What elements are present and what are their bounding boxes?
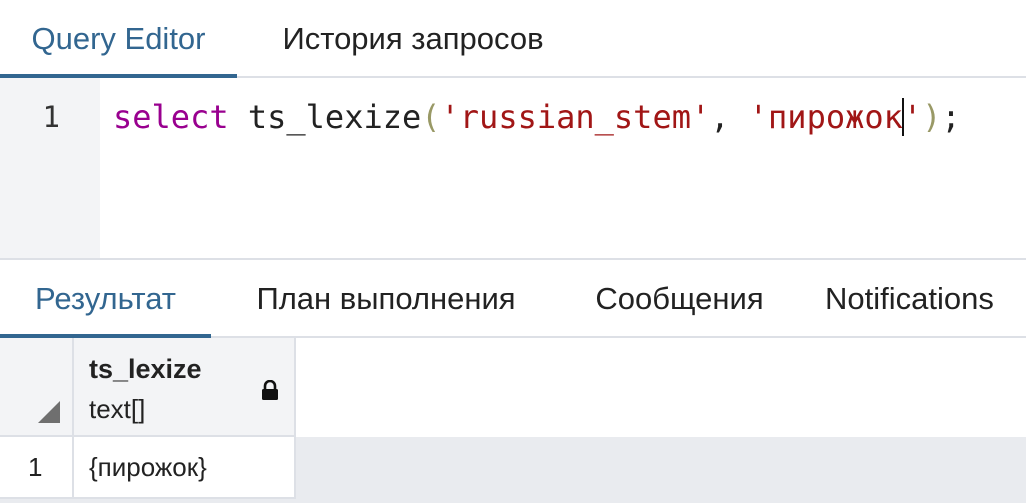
column-type: text[] <box>89 394 146 424</box>
close-paren: ) <box>922 98 942 136</box>
select-all-triangle-icon <box>38 401 60 423</box>
editor-tab-bar: Query Editor История запросов <box>0 0 1026 80</box>
argument-separator: , <box>710 98 749 136</box>
tab-messages[interactable]: Сообщения <box>561 260 798 338</box>
tab-query-history[interactable]: История запросов <box>237 0 589 78</box>
select-all-corner[interactable] <box>0 338 74 437</box>
tab-explain-plan[interactable]: План выполнения <box>211 260 561 338</box>
column-header-ts-lexize[interactable]: ts_lexize text[] <box>74 338 296 437</box>
table-cell[interactable]: {пирожок} <box>74 437 296 499</box>
query-tool: Query Editor История запросов 1 select t… <box>0 0 1026 503</box>
lock-icon <box>262 380 278 400</box>
statement-terminator: ; <box>941 98 961 136</box>
sql-editor[interactable]: 1 select ts_lexize('russian_stem', 'пиро… <box>0 78 1026 258</box>
line-number: 1 <box>42 100 60 134</box>
line-number-gutter: 1 <box>0 78 100 258</box>
grid-empty-area <box>296 338 1026 437</box>
open-paren: ( <box>421 98 441 136</box>
column-name: ts_lexize <box>89 354 202 384</box>
tab-result[interactable]: Результат <box>0 260 211 340</box>
tab-query-editor[interactable]: Query Editor <box>0 0 237 80</box>
string-literal-word: 'пирожок <box>748 98 903 136</box>
tab-notifications[interactable]: Notifications <box>798 260 1026 338</box>
row-number[interactable]: 1 <box>0 437 74 499</box>
string-literal-word-end: ' <box>902 98 923 136</box>
code-line[interactable]: select ts_lexize('russian_stem', 'пирожо… <box>113 96 1026 138</box>
sql-keyword-select: select <box>113 98 229 136</box>
function-name: ts_lexize <box>247 98 422 136</box>
result-grid: ts_lexize text[] 1 {пирожок} <box>0 338 1026 503</box>
result-tab-bar: Результат План выполнения Сообщения Noti… <box>0 258 1026 340</box>
string-literal-dictionary: 'russian_stem' <box>440 98 711 136</box>
